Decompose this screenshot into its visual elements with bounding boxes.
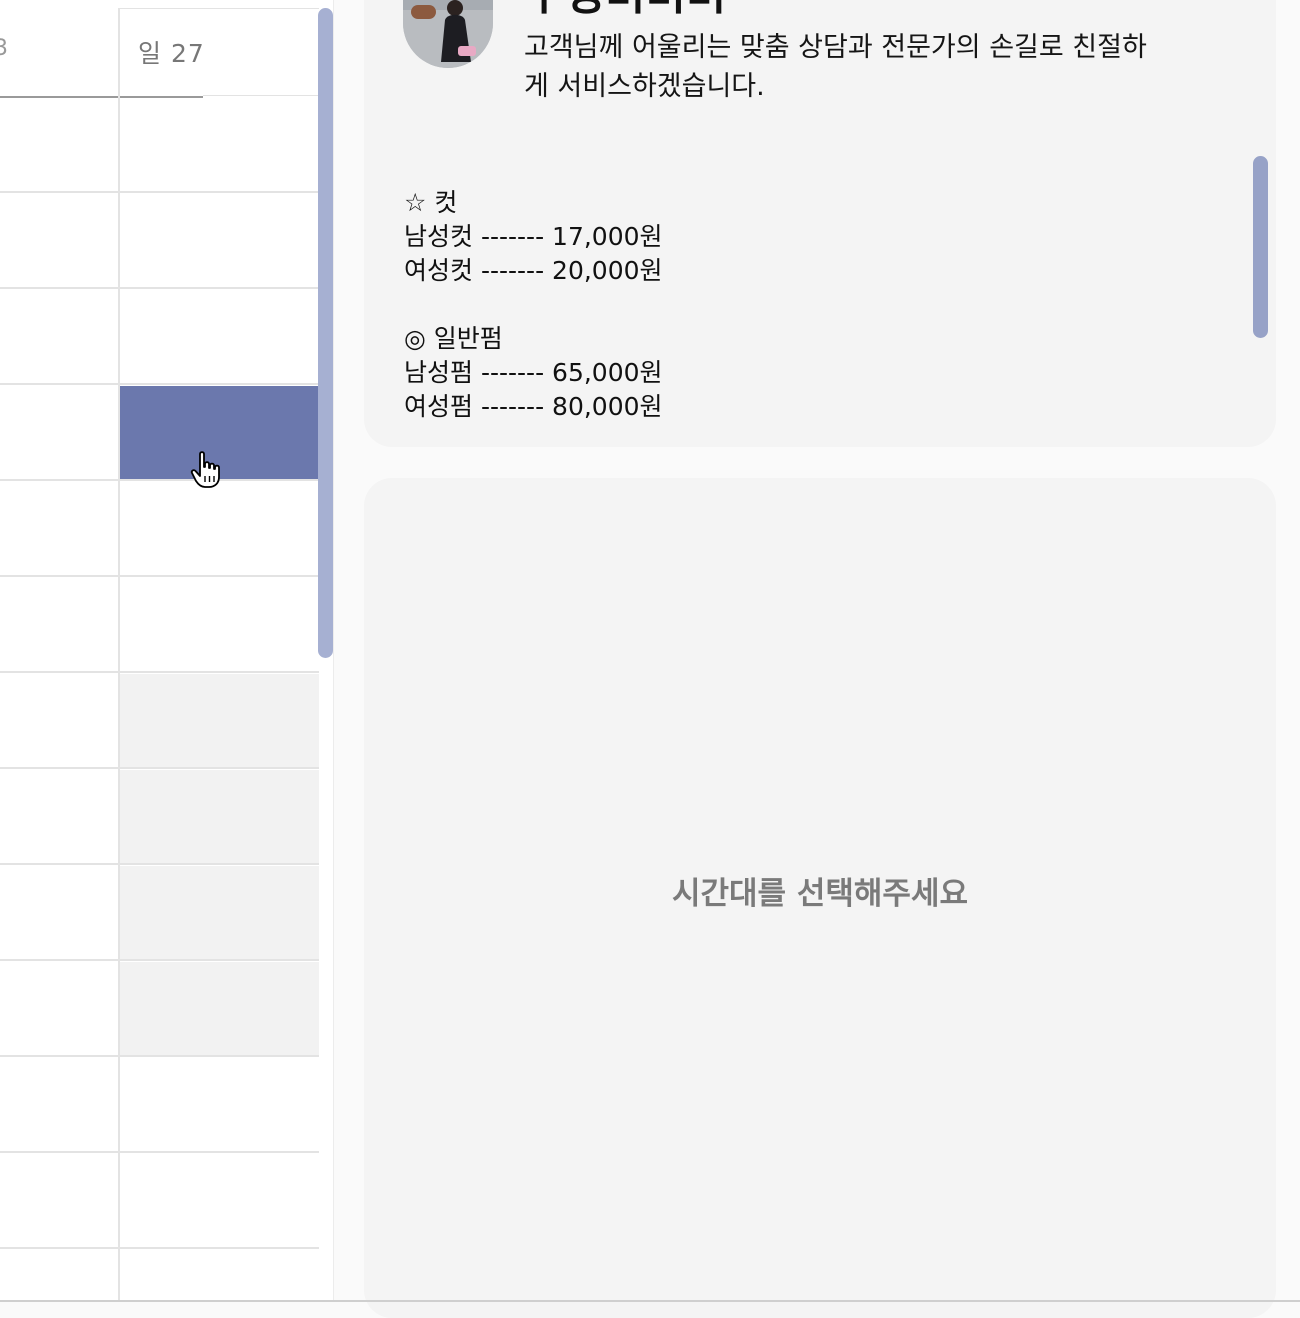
time-slot[interactable] (120, 1154, 319, 1248)
header-bottom-rule (203, 95, 319, 96)
row-divider (0, 575, 319, 577)
time-slot[interactable] (120, 290, 319, 384)
row-divider (0, 1055, 319, 1057)
price-menu: ☆ 컷 남성컷 ------- 17,000원 여성컷 ------- 20,0… (404, 188, 663, 421)
row-divider (0, 671, 319, 673)
time-slot-disabled (120, 866, 319, 960)
time-slot-selected[interactable] (120, 386, 319, 480)
row-divider (0, 383, 319, 385)
time-slot[interactable] (120, 194, 319, 288)
shop-description: 고객님께 어울리는 맞춤 상담과 전문가의 손길로 친절하 게 서비스하겠습니다… (524, 32, 1147, 102)
time-selection-panel: 시간대를 선택해주세요 (364, 478, 1276, 1318)
prev-day-label: 3 (0, 36, 8, 61)
shop-title: 구성미미미 (524, 0, 726, 22)
time-slot-disabled (120, 674, 319, 768)
row-divider (0, 191, 319, 193)
row-divider (0, 479, 319, 481)
time-slot[interactable] (120, 1058, 319, 1152)
day-header-sunday-27[interactable]: 일 27 (138, 34, 205, 70)
row-divider (0, 287, 319, 289)
time-slot-disabled (120, 962, 319, 1056)
calendar-grid: 3 일 27 (0, 0, 334, 1302)
row-divider (0, 959, 319, 961)
time-slot[interactable] (120, 482, 319, 576)
time-slot[interactable] (120, 98, 319, 192)
calendar-scrollbar[interactable] (318, 8, 333, 658)
row-divider (0, 1247, 319, 1249)
header-top-rule (118, 8, 319, 9)
row-divider (0, 767, 319, 769)
menu-scrollbar[interactable] (1253, 156, 1268, 338)
time-slot[interactable] (120, 578, 319, 672)
time-slot-disabled (120, 770, 319, 864)
time-placeholder-text: 시간대를 선택해주세요 (672, 876, 968, 912)
row-divider (0, 1151, 319, 1153)
time-slot[interactable] (120, 1250, 319, 1302)
row-divider (0, 863, 319, 865)
